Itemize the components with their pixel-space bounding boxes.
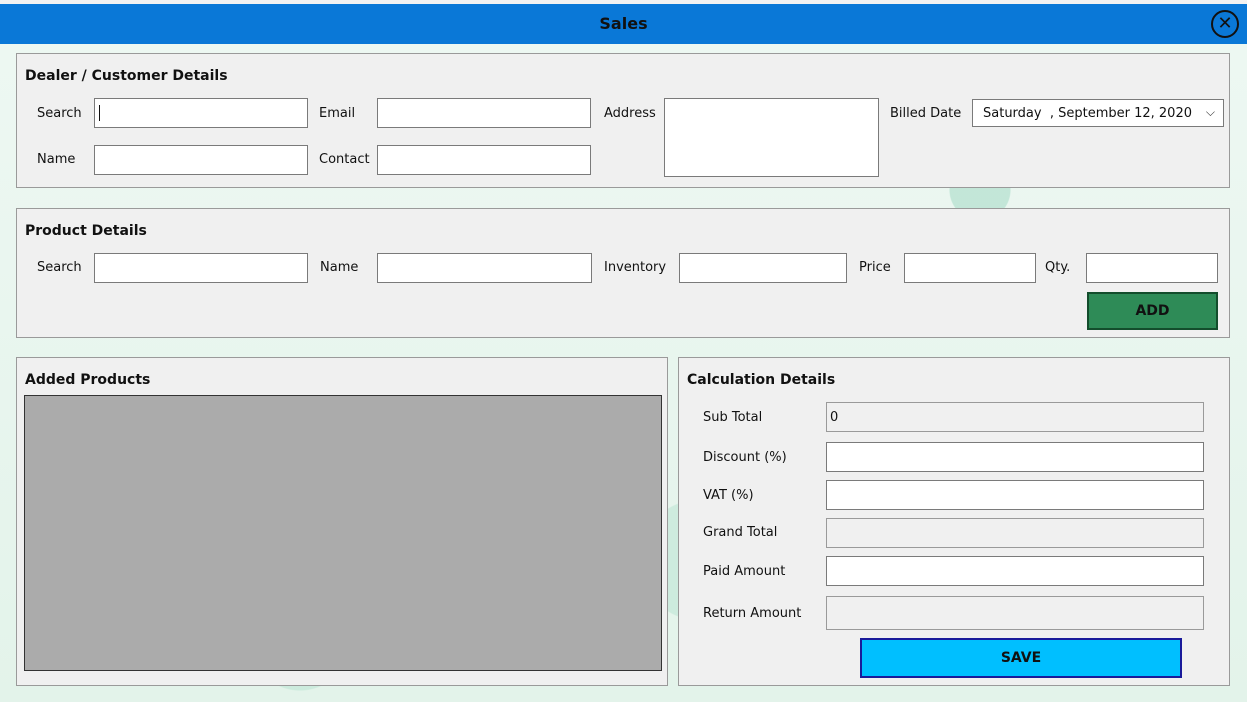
product-name-input[interactable] [377, 253, 592, 283]
sub-total-value: 0 [830, 410, 839, 425]
product-inventory-label: Inventory [604, 260, 667, 275]
dealer-search-label: Search [37, 106, 82, 121]
dealer-name-input[interactable] [94, 145, 308, 175]
close-icon[interactable]: ✕ [1211, 10, 1239, 38]
added-products-grid[interactable] [24, 395, 662, 671]
calculation-details-group: Calculation Details Sub Total 0 Discount… [678, 357, 1230, 686]
product-details-group: Product Details Search Name Inventory Pr… [16, 208, 1230, 338]
billed-date-picker[interactable]: Saturday , September 12, 2020 ⌵ [972, 99, 1224, 127]
vat-input[interactable] [826, 480, 1204, 510]
dealer-contact-label: Contact [319, 152, 370, 167]
title-bar: Sales ✕ [0, 4, 1247, 44]
discount-input[interactable] [826, 442, 1204, 472]
billed-date-label: Billed Date [890, 106, 962, 121]
dealer-address-textarea[interactable] [664, 98, 879, 177]
return-amount-label: Return Amount [703, 606, 802, 621]
added-products-title: Added Products [25, 372, 151, 388]
product-price-input[interactable] [904, 253, 1036, 283]
vat-label: VAT (%) [703, 488, 754, 503]
dealer-address-label: Address [604, 106, 656, 121]
window-title: Sales [599, 14, 648, 33]
chevron-down-icon: ⌵ [1205, 105, 1215, 119]
product-qty-input[interactable] [1086, 253, 1218, 283]
product-price-label: Price [859, 260, 891, 275]
sub-total-field: 0 [826, 402, 1204, 432]
save-button[interactable]: SAVE [860, 638, 1182, 678]
added-products-group: Added Products [16, 357, 668, 686]
dealer-search-input[interactable] [94, 98, 308, 128]
calculation-section-title: Calculation Details [687, 372, 836, 388]
dealer-section-title: Dealer / Customer Details [25, 68, 228, 84]
dealer-contact-input[interactable] [377, 145, 591, 175]
sub-total-label: Sub Total [703, 410, 763, 425]
grand-total-field [826, 518, 1204, 548]
return-amount-field [826, 596, 1204, 630]
paid-amount-label: Paid Amount [703, 564, 786, 579]
product-section-title: Product Details [25, 223, 147, 239]
dealer-name-label: Name [37, 152, 76, 167]
product-name-label: Name [320, 260, 359, 275]
product-inventory-input[interactable] [679, 253, 847, 283]
dealer-email-input[interactable] [377, 98, 591, 128]
product-search-input[interactable] [94, 253, 308, 283]
dealer-email-label: Email [319, 106, 356, 121]
dealer-customer-group: Dealer / Customer Details Search Name Em… [16, 53, 1230, 188]
product-search-label: Search [37, 260, 82, 275]
add-button[interactable]: ADD [1087, 292, 1218, 330]
product-qty-label: Qty. [1045, 260, 1071, 275]
discount-label: Discount (%) [703, 450, 787, 465]
paid-amount-input[interactable] [826, 556, 1204, 586]
text-caret [99, 105, 100, 121]
billed-date-value: Saturday , September 12, 2020 [983, 106, 1192, 121]
grand-total-label: Grand Total [703, 525, 778, 540]
